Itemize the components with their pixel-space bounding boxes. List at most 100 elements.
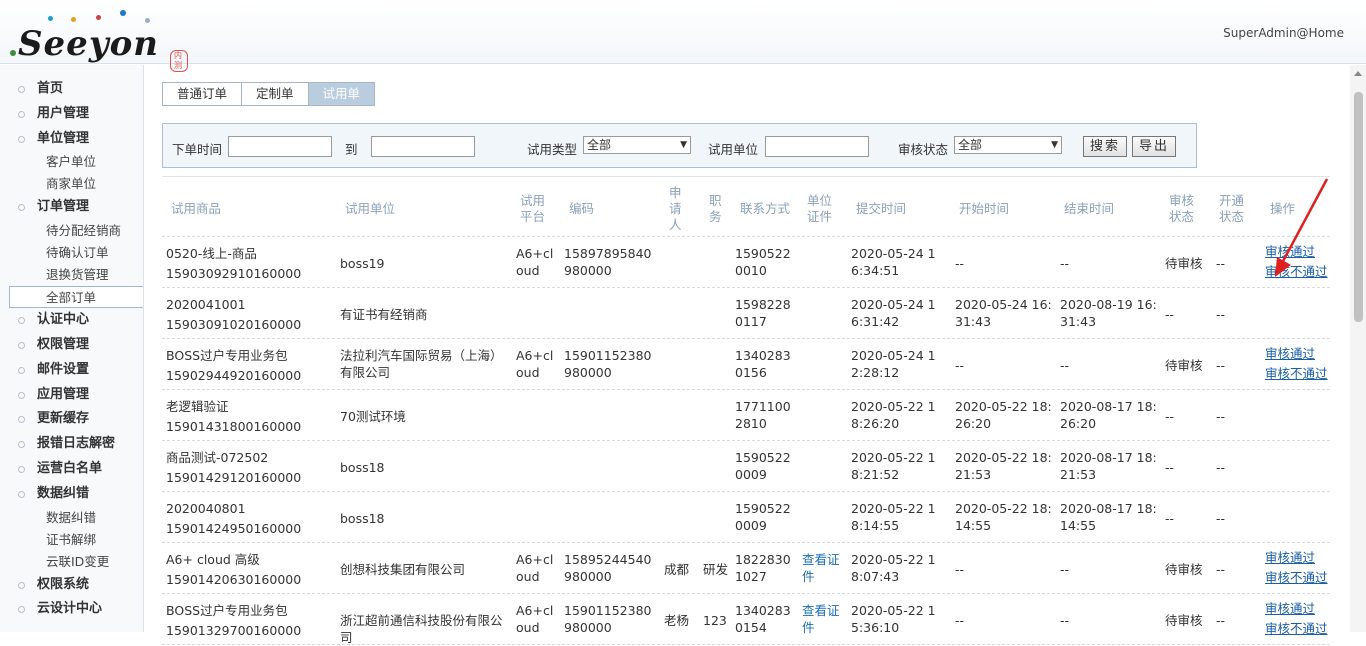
reject-link[interactable]: 审核不通过 bbox=[1265, 364, 1328, 384]
tab-trial-order[interactable]: 试用单 bbox=[308, 83, 375, 105]
audit-status-select[interactable]: 全部 ▼ bbox=[954, 136, 1062, 154]
top-header: Seeyon 内测 SuperAdmin@Home bbox=[0, 0, 1366, 72]
cell-open-status: -- bbox=[1216, 460, 1226, 475]
cell-unit: 有证书有经销商 bbox=[340, 307, 428, 322]
table-header-row: 试用商品 试用单位 试用平台 编码 申请人 职务 联系方式 单位证件 提交时间 … bbox=[162, 176, 1330, 237]
dropdown-arrow-icon: ▼ bbox=[1051, 140, 1058, 150]
trial-type-label: 试用类型 bbox=[527, 142, 578, 157]
tab-normal-order[interactable]: 普通订单 bbox=[163, 83, 243, 105]
cell-code: 15895244540980000 bbox=[564, 552, 652, 584]
product-name: 0520-线上-商品 bbox=[166, 246, 257, 261]
cell-start-time: 2020-05-22 18:21:53 bbox=[955, 450, 1052, 482]
reject-link[interactable]: 审核不通过 bbox=[1265, 619, 1328, 639]
tab-custom-order[interactable]: 定制单 bbox=[242, 83, 309, 105]
trial-unit-input[interactable] bbox=[765, 136, 869, 157]
export-button[interactable]: 导出 bbox=[1132, 136, 1177, 157]
product-id: 15903092910160000 bbox=[166, 266, 302, 281]
sidebar-item[interactable]: 权限系统 bbox=[0, 573, 143, 598]
cell-start-time: 2020-05-22 18:14:55 bbox=[955, 501, 1052, 533]
cell-open-status: -- bbox=[1216, 307, 1226, 322]
scrollbar-thumb[interactable] bbox=[1354, 92, 1363, 322]
sidebar-subitem-active[interactable]: 全部订单 bbox=[9, 286, 143, 309]
header-start-time: 开始时间 bbox=[959, 201, 1010, 216]
sidebar-item[interactable]: 更新缓存 bbox=[0, 407, 143, 432]
sidebar-subitem[interactable]: 数据纠错 bbox=[0, 507, 143, 529]
cell-end-time: 2020-08-17 18:26:20 bbox=[1060, 399, 1157, 431]
header-open-status: 开通状态 bbox=[1219, 193, 1245, 224]
sidebar-item-label: 邮件设置 bbox=[37, 361, 90, 377]
sidebar-item-label: 运营白名单 bbox=[37, 460, 103, 476]
cell-contact: 13402830156 bbox=[735, 348, 791, 380]
cell-position: 研发 bbox=[703, 562, 729, 577]
cell-audit-status: -- bbox=[1165, 511, 1175, 526]
sidebar-item[interactable]: 单位管理 bbox=[0, 127, 143, 152]
sidebar-item[interactable]: 用户管理 bbox=[0, 102, 143, 127]
search-button[interactable]: 搜索 bbox=[1083, 136, 1128, 157]
cell-open-status: -- bbox=[1216, 511, 1226, 526]
cell-audit-status: -- bbox=[1165, 307, 1175, 322]
sidebar-subitem[interactable]: 证书解绑 bbox=[0, 529, 143, 551]
sidebar-item[interactable]: 首页 bbox=[0, 77, 143, 102]
reject-link[interactable]: 审核不通过 bbox=[1265, 568, 1328, 588]
cell-end-time: 2020-08-17 18:21:53 bbox=[1060, 450, 1157, 482]
cell-contact: 15905220010 bbox=[735, 246, 791, 278]
order-time-end-input[interactable] bbox=[371, 136, 475, 157]
bullet-icon bbox=[18, 135, 25, 143]
cell-product: 0520-线上-商品 15903092910160000 bbox=[166, 245, 334, 282]
sidebar-item[interactable]: 云设计中心 bbox=[0, 597, 143, 622]
trial-type-select[interactable]: 全部 ▼ bbox=[583, 136, 691, 154]
cell-submit-time: 2020-05-22 18:26:20 bbox=[851, 399, 936, 431]
bullet-icon bbox=[18, 110, 25, 118]
table-row: A6+ cloud 高级 15901420630160000 创想科技集团有限公司 A… bbox=[162, 543, 1330, 594]
cell-end-time: -- bbox=[1060, 613, 1070, 628]
cell-audit-status: -- bbox=[1165, 460, 1175, 475]
header-applicant: 申请人 bbox=[669, 185, 682, 232]
cell-platform: A6+cloud bbox=[516, 552, 554, 584]
scroll-up-icon[interactable] bbox=[1354, 71, 1362, 76]
cell-actions: 审核通过 审核不通过 bbox=[1265, 344, 1328, 384]
sidebar-subitem[interactable]: 云联ID变更 bbox=[0, 551, 143, 573]
approve-link[interactable]: 审核通过 bbox=[1265, 344, 1328, 364]
cell-unit: boss18 bbox=[340, 511, 385, 526]
sidebar-item-label: 权限系统 bbox=[37, 576, 90, 592]
cell-code: 15901152380980000 bbox=[564, 603, 652, 635]
table-row: 0520-线上-商品 15903092910160000 boss19 A6+clou… bbox=[162, 237, 1330, 288]
cell-applicant: 成都 bbox=[664, 562, 690, 577]
sidebar-subitem[interactable]: 待分配经销商 bbox=[0, 220, 143, 242]
table-row: 2020041001 15903091020160000 有证书有经销商 159822… bbox=[162, 288, 1330, 339]
approve-link[interactable]: 审核通过 bbox=[1265, 599, 1328, 619]
sidebar-item[interactable]: 报错日志解密 bbox=[0, 432, 143, 457]
sidebar-item[interactable]: 运营白名单 bbox=[0, 457, 143, 482]
dropdown-arrow-icon: ▼ bbox=[680, 140, 687, 150]
cell-cert[interactable]: 查看证件 bbox=[802, 551, 842, 585]
cell-start-time: 2020-05-22 18:26:20 bbox=[955, 399, 1052, 431]
sidebar-subitem[interactable]: 客户单位 bbox=[0, 151, 143, 173]
sidebar-item[interactable]: 邮件设置 bbox=[0, 358, 143, 383]
sidebar-item-label: 报错日志解密 bbox=[37, 436, 116, 452]
product-name: BOSS过户专用业务包 bbox=[166, 603, 288, 618]
cell-cert[interactable]: 查看证件 bbox=[802, 602, 842, 636]
sidebar-item[interactable]: 应用管理 bbox=[0, 383, 143, 408]
sidebar-subitem[interactable]: 待确认订单 bbox=[0, 242, 143, 264]
user-account-label[interactable]: SuperAdmin@Home bbox=[1223, 26, 1344, 40]
sidebar-item-label: 更新缓存 bbox=[37, 411, 90, 427]
sidebar-subitem[interactable]: 商家单位 bbox=[0, 173, 143, 195]
sidebar-item[interactable]: 订单管理 bbox=[0, 195, 143, 220]
sidebar-item[interactable]: 认证中心 bbox=[0, 308, 143, 333]
product-id: 15901420630160000 bbox=[166, 572, 302, 587]
sidebar-subitem[interactable]: 退换货管理 bbox=[0, 264, 143, 286]
header-submit-time: 提交时间 bbox=[856, 201, 907, 216]
bullet-icon bbox=[18, 606, 25, 614]
vertical-scrollbar[interactable] bbox=[1350, 65, 1366, 632]
cell-open-status: -- bbox=[1216, 613, 1226, 628]
cell-platform: A6+cloud bbox=[516, 246, 554, 278]
cell-unit: 70测试环境 bbox=[340, 409, 406, 424]
order-time-start-input[interactable] bbox=[228, 136, 332, 157]
approve-link[interactable]: 审核通过 bbox=[1265, 548, 1328, 568]
sidebar-item[interactable]: 数据纠错 bbox=[0, 482, 143, 507]
cell-unit: 法拉利汽车国际贸易（上海）有限公司 bbox=[340, 348, 503, 380]
cell-product: 老逻辑验证 15901431800160000 bbox=[166, 398, 334, 435]
cell-unit: boss19 bbox=[340, 256, 385, 271]
cell-position: 123 bbox=[703, 613, 727, 628]
sidebar-item[interactable]: 权限管理 bbox=[0, 333, 143, 358]
